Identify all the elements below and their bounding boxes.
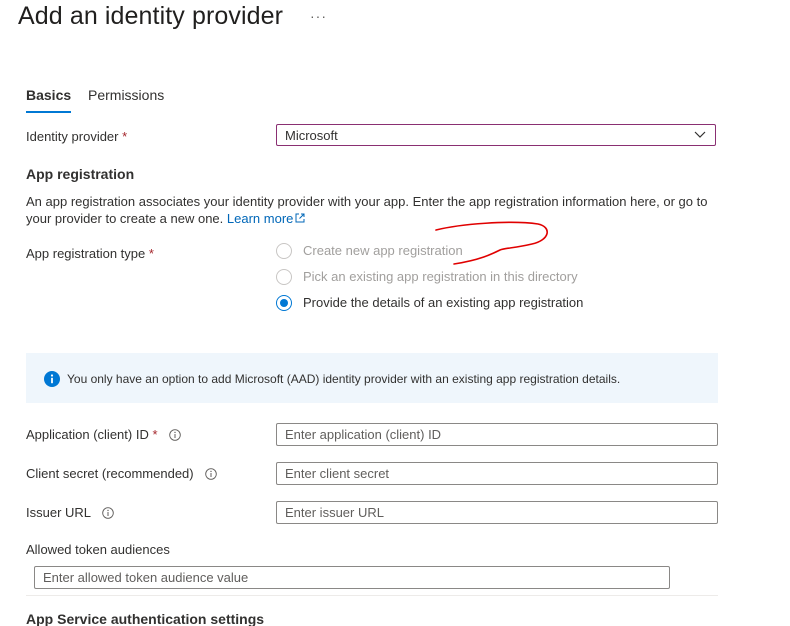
required-mark: * (122, 129, 128, 144)
client-id-label-text: Application (client) ID (26, 427, 149, 442)
client-secret-label: Client secret (recommended) (26, 466, 218, 481)
identity-provider-page: Add an identity provider ··· Basics Perm… (0, 0, 790, 626)
external-link-icon (295, 213, 305, 223)
info-tooltip-icon[interactable] (102, 507, 114, 519)
client-id-input[interactable] (276, 423, 718, 446)
info-banner-text: You only have an option to add Microsoft… (67, 372, 621, 386)
info-tooltip-icon[interactable] (169, 429, 181, 441)
radio-button[interactable] (276, 243, 292, 259)
radio-label: Provide the details of an existing app r… (303, 295, 584, 310)
app-registration-type-label: App registration type * (26, 246, 154, 261)
info-icon (44, 371, 60, 387)
client-secret-input[interactable] (276, 462, 718, 485)
allowed-audiences-input[interactable] (34, 566, 670, 589)
radio-button-selected[interactable] (276, 295, 292, 311)
info-tooltip-icon[interactable] (205, 468, 218, 480)
required-mark: * (148, 246, 154, 261)
allowed-audiences-label: Allowed token audiences (26, 542, 170, 557)
issuer-url-label-text: Issuer URL (26, 505, 91, 520)
info-banner: You only have an option to add Microsoft… (26, 353, 718, 403)
learn-more-link[interactable]: Learn more (227, 211, 305, 226)
app-registration-type-label-text: App registration type (26, 246, 146, 261)
client-secret-label-text: Client secret (recommended) (26, 466, 194, 481)
auth-settings-heading: App Service authentication settings (26, 611, 265, 626)
identity-provider-select[interactable]: Microsoft (276, 124, 716, 146)
identity-provider-label: Identity provider * (26, 129, 127, 144)
tab-basics[interactable]: Basics (26, 87, 72, 113)
required-mark: * (152, 427, 158, 442)
section-divider (26, 595, 718, 596)
app-registration-description: An app registration associates your iden… (26, 193, 726, 227)
issuer-url-input[interactable] (276, 501, 718, 524)
client-id-label: Application (client) ID * (26, 427, 181, 442)
chevron-down-icon (694, 131, 706, 138)
identity-provider-value: Microsoft (285, 128, 338, 143)
learn-more-text: Learn more (226, 211, 294, 226)
page-title: Add an identity provider (18, 2, 284, 30)
identity-provider-label-text: Identity provider (26, 129, 119, 144)
radio-button[interactable] (276, 269, 292, 285)
red-annotation-scribble (435, 221, 548, 265)
tab-permissions[interactable]: Permissions (88, 87, 164, 103)
more-options-button[interactable]: ··· (310, 8, 327, 24)
issuer-url-label: Issuer URL (26, 505, 114, 520)
app-registration-description-text: An app registration associates your iden… (26, 194, 708, 226)
app-registration-heading: App registration (26, 166, 135, 182)
